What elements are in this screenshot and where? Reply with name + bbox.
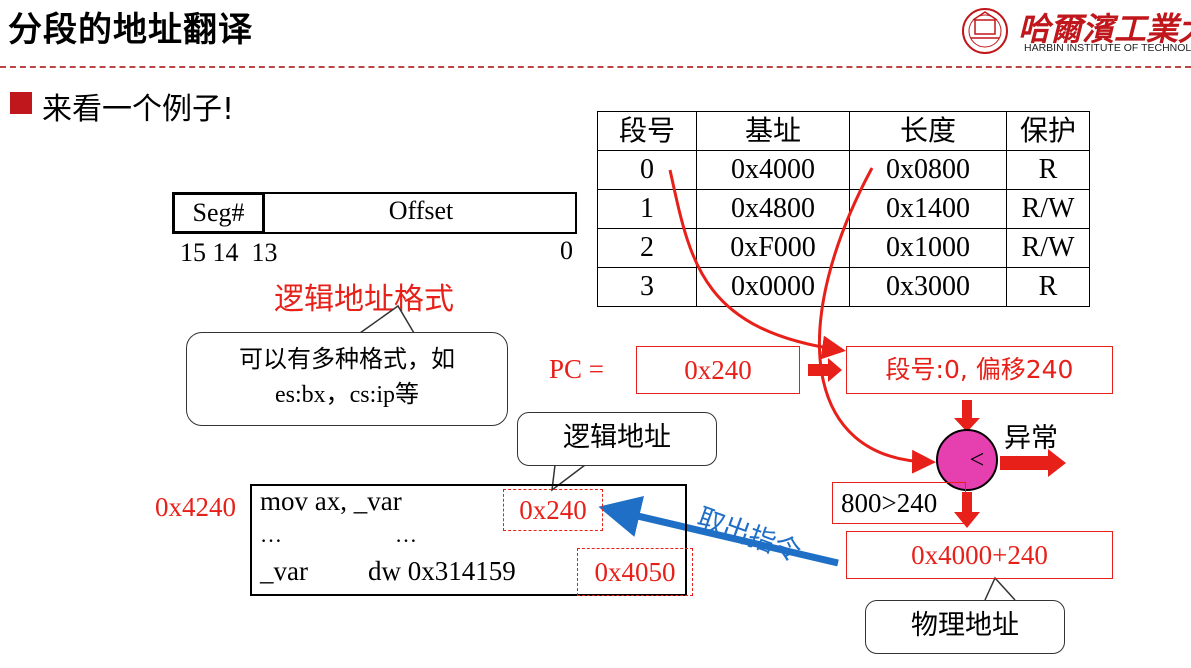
callout-tail [984, 576, 1016, 601]
var-address-box: 0x4050 [577, 548, 693, 596]
code-line-var-label: _var [260, 556, 308, 586]
code-line-ellipsis-left: … [260, 522, 282, 547]
pc-value-box: 0x240 [636, 346, 800, 394]
callout-tail [359, 304, 415, 334]
physical-address-callout: 物理地址 [865, 600, 1065, 654]
formats-callout-line1: 可以有多种格式，如 [239, 345, 455, 373]
memory-start-address: 0x4240 [155, 492, 236, 522]
var-offset-box: 0x240 [503, 489, 603, 531]
formats-callout: 可以有多种格式，如 es:bx，cs:ip等 [186, 332, 508, 426]
code-line-mov: mov ax, _var [260, 486, 402, 516]
bounds-check-box: 800>240 [832, 482, 966, 524]
code-line-var-data: dw 0x314159 [368, 556, 516, 586]
lookup-base-arrow [668, 169, 846, 360]
physical-calc-box: 0x4000+240 [846, 531, 1113, 579]
compare-symbol: < [969, 445, 985, 474]
pc-to-segment-arrow [808, 358, 842, 382]
pc-label: PC = [549, 354, 605, 384]
decoded-address-box: 段号:0, 偏移240 [846, 346, 1113, 394]
logical-address-callout: 逻辑地址 [517, 412, 717, 466]
formats-callout-line2: es:bx，cs:ip等 [275, 382, 419, 408]
lookup-length-arrow [817, 167, 936, 474]
code-line-ellipsis-right: … [395, 522, 417, 547]
exception-label: 异常 [1004, 423, 1058, 454]
to-compare-arrow [954, 400, 980, 432]
